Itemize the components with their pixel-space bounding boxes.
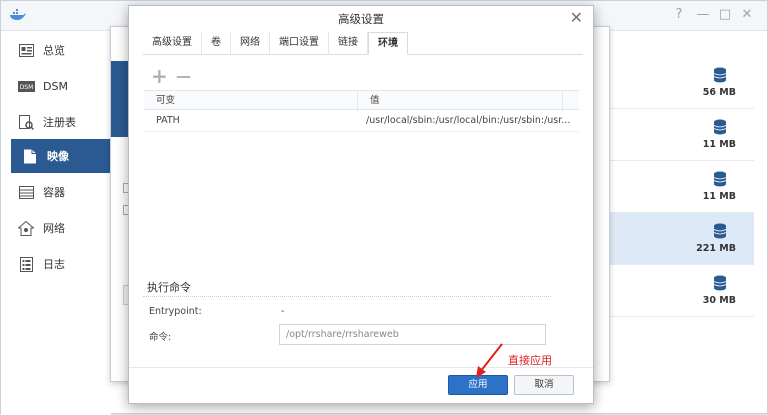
database-icon [713,275,727,291]
environment-grid: 可变 值 PATH /usr/local/sbin:/usr/local/bin… [144,90,579,272]
dialog-close-icon[interactable]: ✕ [570,10,583,26]
tab-links[interactable]: 链接 [329,32,368,55]
dsm-icon: DSM [17,78,35,94]
tab-environment[interactable]: 环境 [368,32,408,55]
annotation-arrow-icon [476,343,503,378]
image-size: 56 MB [702,87,736,98]
image-size: 11 MB [702,191,736,202]
cell-value: /usr/local/sbin:/usr/local/bin:/usr/sbin… [366,115,571,126]
image-row[interactable]: 56 MB [597,57,754,109]
sidebar: 总览 DSM DSM 注册表 映像 容器 网络 日志 [1,31,111,415]
network-icon [17,220,35,236]
exec-command-section-title: 执行命令 [147,281,191,294]
image-size: 11 MB [702,139,736,150]
svg-text:DSM: DSM [19,84,33,91]
image-size: 221 MB [696,243,736,254]
entrypoint-label: Entrypoint: [149,306,202,317]
tab-port-settings[interactable]: 端口设置 [270,32,329,55]
database-icon [713,171,727,187]
close-icon[interactable]: ✕ [739,7,755,22]
column-header-variable[interactable]: 可变 [144,91,358,111]
image-row[interactable]: 11 MB [597,161,754,213]
sidebar-item-label: 日志 [43,258,65,271]
image-size: 30 MB [702,295,736,306]
sidebar-item-label: DSM [43,79,68,93]
sidebar-item-container[interactable]: 容器 [7,175,111,209]
command-label: 命令: [149,332,172,343]
overview-icon [17,42,35,58]
column-header-value[interactable]: 值 [358,91,563,111]
entrypoint-value: - [281,306,285,317]
image-icon [21,148,39,164]
sidebar-item-label: 注册表 [43,116,76,129]
grid-header: 可变 值 [144,90,579,111]
tab-bar: 高级设置 卷 网络 端口设置 链接 环境 [143,32,583,55]
minimize-icon[interactable]: — [695,7,711,22]
docker-whale-icon [10,9,26,20]
remove-variable-icon[interactable]: — [176,66,191,86]
sidebar-item-overview[interactable]: 总览 [7,33,111,67]
dialog-title: 高级设置 [338,12,384,26]
image-row[interactable]: 30 MB [597,265,754,317]
sidebar-item-label: 容器 [43,186,65,199]
container-icon [17,184,35,200]
sidebar-item-network[interactable]: 网络 [7,211,111,245]
database-icon [713,223,727,239]
sidebar-item-log[interactable]: 日志 [7,247,111,281]
add-variable-icon[interactable]: + [151,66,168,86]
tab-volume[interactable]: 卷 [202,32,231,55]
sidebar-item-label: 映像 [47,150,69,163]
database-icon [713,119,727,135]
sidebar-item-label: 总览 [43,44,65,57]
database-icon [713,67,727,83]
advanced-settings-dialog: 高级设置 ✕ 高级设置 卷 网络 端口设置 链接 环境 + — 可变 值 PAT… [128,5,594,404]
cell-variable: PATH [156,115,180,126]
log-icon [17,256,35,272]
registry-icon [17,114,35,130]
section-divider [143,296,551,297]
background-dialog-banner [111,61,129,137]
tab-network[interactable]: 网络 [231,32,270,55]
maximize-icon[interactable]: □ [717,7,733,22]
sidebar-item-image[interactable]: 映像 [11,139,111,173]
sidebar-item-label: 网络 [43,222,65,235]
sidebar-item-dsm[interactable]: DSM DSM [7,69,111,103]
image-row[interactable]: 11 MB [597,109,754,161]
sidebar-item-registry[interactable]: 注册表 [7,105,111,139]
help-icon[interactable]: ? [671,7,687,22]
tab-advanced[interactable]: 高级设置 [143,32,202,55]
image-row-selected[interactable]: 221 MB [597,213,754,265]
table-row[interactable]: PATH /usr/local/sbin:/usr/local/bin:/usr… [144,110,579,132]
annotation-text: 直接应用 [508,354,552,367]
image-list: 56 MB 11 MB 11 MB 221 MB 30 MB [597,57,754,317]
cancel-button[interactable]: 取消 [514,375,574,395]
